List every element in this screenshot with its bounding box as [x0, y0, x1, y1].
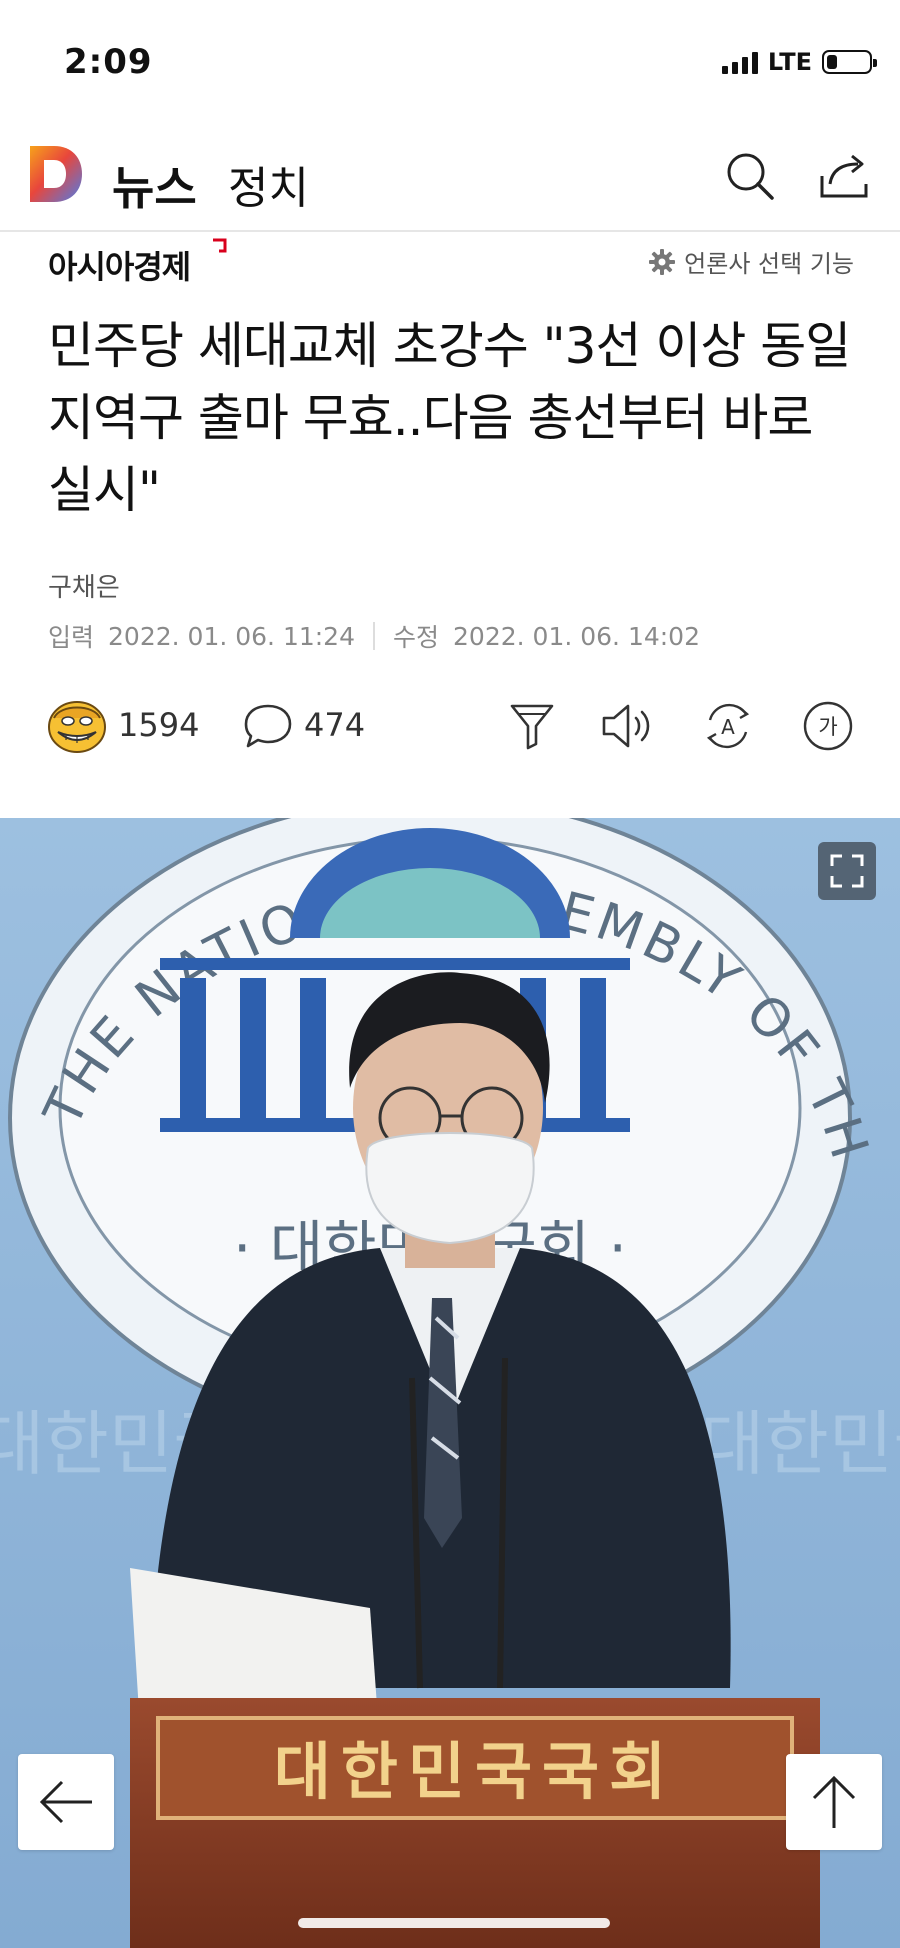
- app-header: 뉴스 정치: [0, 130, 900, 232]
- comment-icon[interactable]: [242, 702, 294, 750]
- date-divider: [373, 622, 375, 650]
- press-logo[interactable]: 아시아경제: [48, 242, 191, 288]
- battery-level: [827, 55, 837, 69]
- back-button[interactable]: [18, 1754, 114, 1850]
- search-icon[interactable]: [722, 148, 778, 204]
- network-label: LTE: [767, 48, 812, 76]
- signal-icon: [721, 50, 758, 74]
- status-time: 2:09: [64, 42, 153, 82]
- published-date: 2022. 01. 06. 11:24: [108, 621, 355, 651]
- expand-icon: [830, 854, 864, 888]
- font-size-icon[interactable]: 가: [800, 698, 856, 754]
- summary-icon[interactable]: [504, 698, 560, 754]
- daum-logo-icon[interactable]: [28, 144, 84, 204]
- scroll-top-button[interactable]: [786, 1754, 882, 1850]
- gear-icon: [649, 248, 676, 275]
- press-select-label: 언론사 선택 기능: [684, 250, 854, 278]
- translate-icon[interactable]: A: [700, 698, 756, 754]
- article-dates: 입력 2022. 01. 06. 11:24 수정 2022. 01. 06. …: [48, 618, 700, 654]
- podium-text: 대한민국국회: [274, 1735, 676, 1808]
- press-row: 아시아경제 언론사 선택 기능: [0, 232, 900, 290]
- reaction-count[interactable]: 1594: [118, 706, 199, 744]
- section-title[interactable]: 정치: [228, 152, 309, 216]
- reporter-name[interactable]: 구채은: [48, 567, 120, 604]
- article-headline: 민주당 세대교체 초강수 "3선 이상 동일 지역구 출마 무효..다음 총선부…: [48, 317, 851, 519]
- comment-count[interactable]: 474: [304, 706, 365, 744]
- tts-icon[interactable]: [598, 698, 654, 754]
- article-photo[interactable]: 대한민국국회 대한민국국회 THE NATIONAL ASSEMBLY OF T…: [0, 818, 900, 1948]
- modified-date: 2022. 01. 06. 14:02: [453, 621, 700, 651]
- press-select-button[interactable]: 언론사 선택 기능: [648, 244, 854, 279]
- emoji-face-icon[interactable]: [46, 696, 108, 754]
- status-bar: 2:09 LTE: [0, 0, 900, 120]
- font-size-glyph: 가: [818, 715, 837, 739]
- home-indicator[interactable]: [298, 1918, 610, 1928]
- photo-illustration: 대한민국국회 대한민국국회 THE NATIONAL ASSEMBLY OF T…: [0, 818, 900, 1948]
- status-indicators: LTE: [721, 48, 877, 76]
- expand-image-button[interactable]: [818, 842, 876, 900]
- modified-label: 수정: [393, 623, 440, 652]
- battery-icon: [822, 50, 877, 74]
- translate-glyph: A: [721, 715, 735, 739]
- app-title[interactable]: 뉴스: [112, 152, 197, 218]
- action-row: 1594 474 A 가: [0, 692, 900, 758]
- published-label: 입력: [48, 623, 95, 652]
- arrow-left-icon: [39, 1780, 92, 1824]
- share-icon[interactable]: [816, 148, 872, 204]
- press-mark-icon: [213, 238, 227, 253]
- background-text-right: 대한민국국회: [700, 1403, 900, 1485]
- arrow-up-icon: [812, 1775, 856, 1828]
